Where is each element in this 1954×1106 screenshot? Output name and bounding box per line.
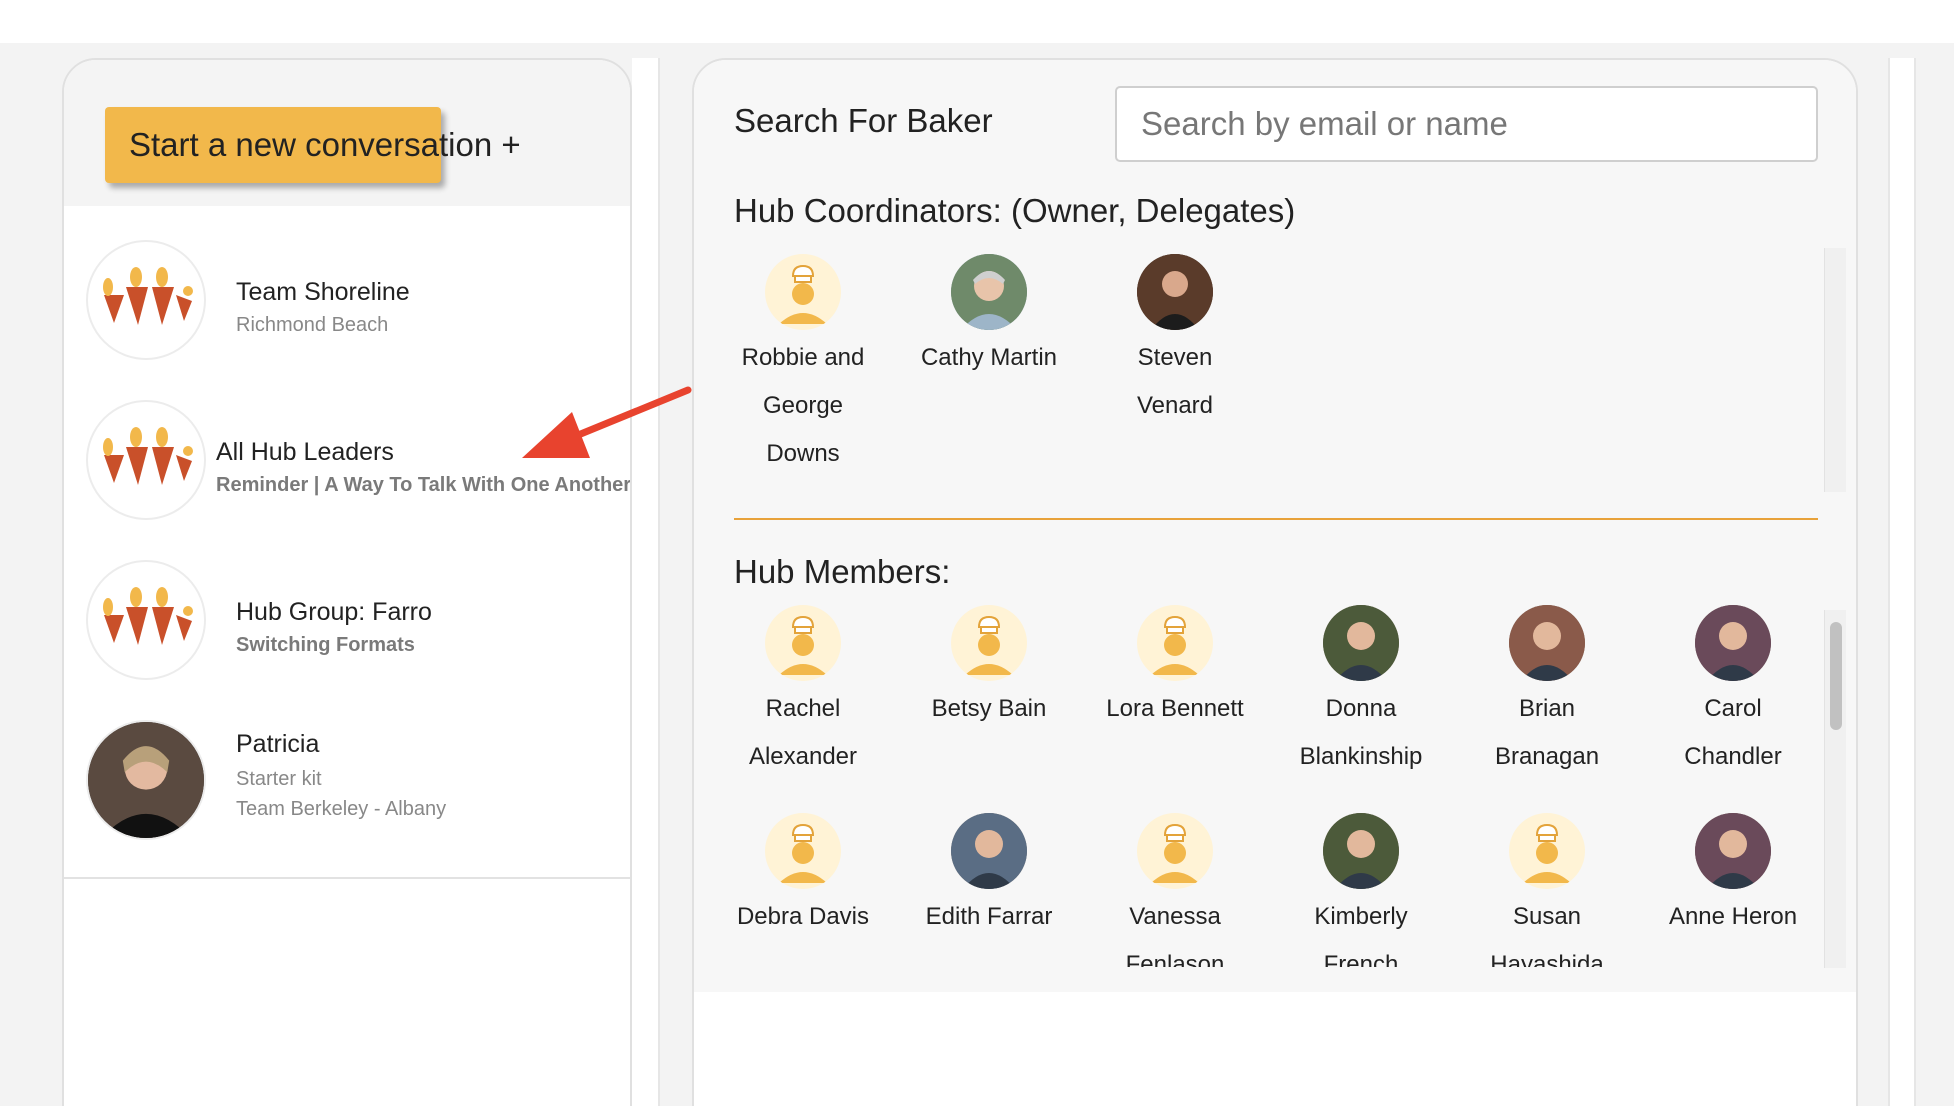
conversation-title: Team Shoreline [236, 278, 410, 306]
default-chef-icon [1137, 605, 1213, 681]
coordinator-name: Steven Venard [1136, 344, 1214, 419]
member-name: Vanessa Fenlason [1125, 903, 1225, 967]
member-card[interactable]: Edith Farrar [896, 813, 1082, 941]
coordinator-card[interactable]: Cathy Martin [896, 254, 1082, 382]
hub-logo-icon [86, 400, 206, 520]
member-name: Carol Chandler [1684, 695, 1782, 770]
conversation-subtitle: Switching Formats [236, 634, 415, 656]
conversation-sidebar: Start a new conversation + Team Shorelin… [62, 58, 632, 1106]
member-card[interactable]: Rachel Alexander [710, 605, 896, 781]
sidebar-header: Start a new conversation + [64, 60, 630, 206]
member-card[interactable]: Lora Bennett [1082, 605, 1268, 733]
conversation-title: All Hub Leaders [216, 438, 394, 466]
members-heading: Hub Members: [734, 553, 951, 590]
default-chef-icon [951, 605, 1027, 681]
member-card[interactable]: Susan Hayashida [1454, 813, 1640, 967]
conversation-item-patricia[interactable]: Patricia Starter kit Team Berkeley - Alb… [64, 720, 630, 860]
conversation-title: Hub Group: Farro [236, 598, 432, 626]
member-name: Susan Hayashida [1490, 903, 1604, 967]
member-name: Rachel Alexander [748, 695, 858, 770]
default-chef-icon [765, 605, 841, 681]
conversation-list: Team Shoreline Richmond Beach All Hub Le… [64, 206, 630, 879]
user-avatar [951, 254, 1027, 330]
member-name: Anne Heron [1668, 903, 1798, 930]
member-name: Donna Blankinship [1299, 695, 1423, 770]
conversation-item-all-hub-leaders[interactable]: All Hub Leaders Reminder | A Way To Talk… [64, 400, 632, 530]
baker-search-input[interactable] [1115, 86, 1818, 162]
right-edge-strip [1888, 58, 1916, 1106]
baker-directory-content: Search For Baker Hub Coordinators: (Owne… [694, 60, 1856, 992]
coordinator-card[interactable]: Robbie and George Downs [710, 254, 896, 478]
search-label: Search For Baker [734, 102, 993, 139]
coordinators-heading: Hub Coordinators: (Owner, Delegates) [734, 192, 1296, 229]
members-scrollbar-thumb[interactable] [1830, 622, 1842, 730]
conversation-subtitle: Reminder | A Way To Talk With One Anothe… [216, 474, 632, 496]
member-name: Lora Bennett [1106, 695, 1244, 722]
members-list: Rachel Alexander Betsy Bain Lora Bennett Do… [694, 605, 1824, 967]
member-card[interactable]: Donna Blankinship [1268, 605, 1454, 781]
coordinators-list: Robbie and George Downs Cathy Martin Ste… [694, 250, 1856, 490]
coordinator-name: Robbie and George Downs [741, 344, 865, 467]
member-card[interactable]: Anne Heron [1640, 813, 1824, 941]
member-name: Debra Davis [736, 903, 870, 930]
default-chef-icon [1137, 813, 1213, 889]
conversation-item-hub-group-farro[interactable]: Hub Group: Farro Switching Formats [64, 560, 630, 690]
coordinator-card[interactable]: Steven Venard [1082, 254, 1268, 430]
panel-divider [632, 58, 660, 1106]
member-card[interactable]: Carol Chandler [1640, 605, 1824, 781]
user-avatar [1323, 605, 1399, 681]
section-divider [734, 518, 1818, 520]
conversation-title: Patricia [236, 730, 320, 758]
member-card[interactable]: Vanessa Fenlason [1082, 813, 1268, 967]
member-card[interactable]: Debra Davis [710, 813, 896, 941]
coordinator-name: Cathy Martin [920, 344, 1058, 371]
user-avatar [1323, 813, 1399, 889]
members-scrollbar[interactable] [1824, 610, 1846, 968]
default-chef-icon [765, 254, 841, 330]
conversation-subtitle: Starter kit [236, 768, 322, 790]
coordinators-scrollbar[interactable] [1824, 248, 1846, 492]
start-new-conversation-button[interactable]: Start a new conversation + [105, 107, 521, 183]
member-name: Betsy Bain [931, 695, 1047, 722]
baker-directory-panel: Search For Baker Hub Coordinators: (Owne… [692, 58, 1858, 1106]
hub-logo-icon [86, 560, 206, 680]
member-name: Kimberly French [1314, 903, 1408, 967]
top-bar [0, 0, 1954, 43]
user-avatar [1509, 605, 1585, 681]
user-avatar [1695, 605, 1771, 681]
conversation-subtitle-team: Team Berkeley - Albany [236, 798, 447, 820]
default-chef-icon [765, 813, 841, 889]
member-name: Brian Branagan [1494, 695, 1600, 770]
conversation-subtitle: Richmond Beach [236, 314, 389, 336]
user-avatar [951, 813, 1027, 889]
hub-logo-icon [86, 240, 206, 360]
user-avatar [86, 720, 206, 840]
member-name: Edith Farrar [925, 903, 1053, 930]
user-avatar [1137, 254, 1213, 330]
user-avatar [1695, 813, 1771, 889]
member-card[interactable]: Betsy Bain [896, 605, 1082, 733]
default-chef-icon [1509, 813, 1585, 889]
member-card[interactable]: Brian Branagan [1454, 605, 1640, 781]
member-card[interactable]: Kimberly French [1268, 813, 1454, 967]
conversation-item-team-shoreline[interactable]: Team Shoreline Richmond Beach [64, 240, 630, 370]
